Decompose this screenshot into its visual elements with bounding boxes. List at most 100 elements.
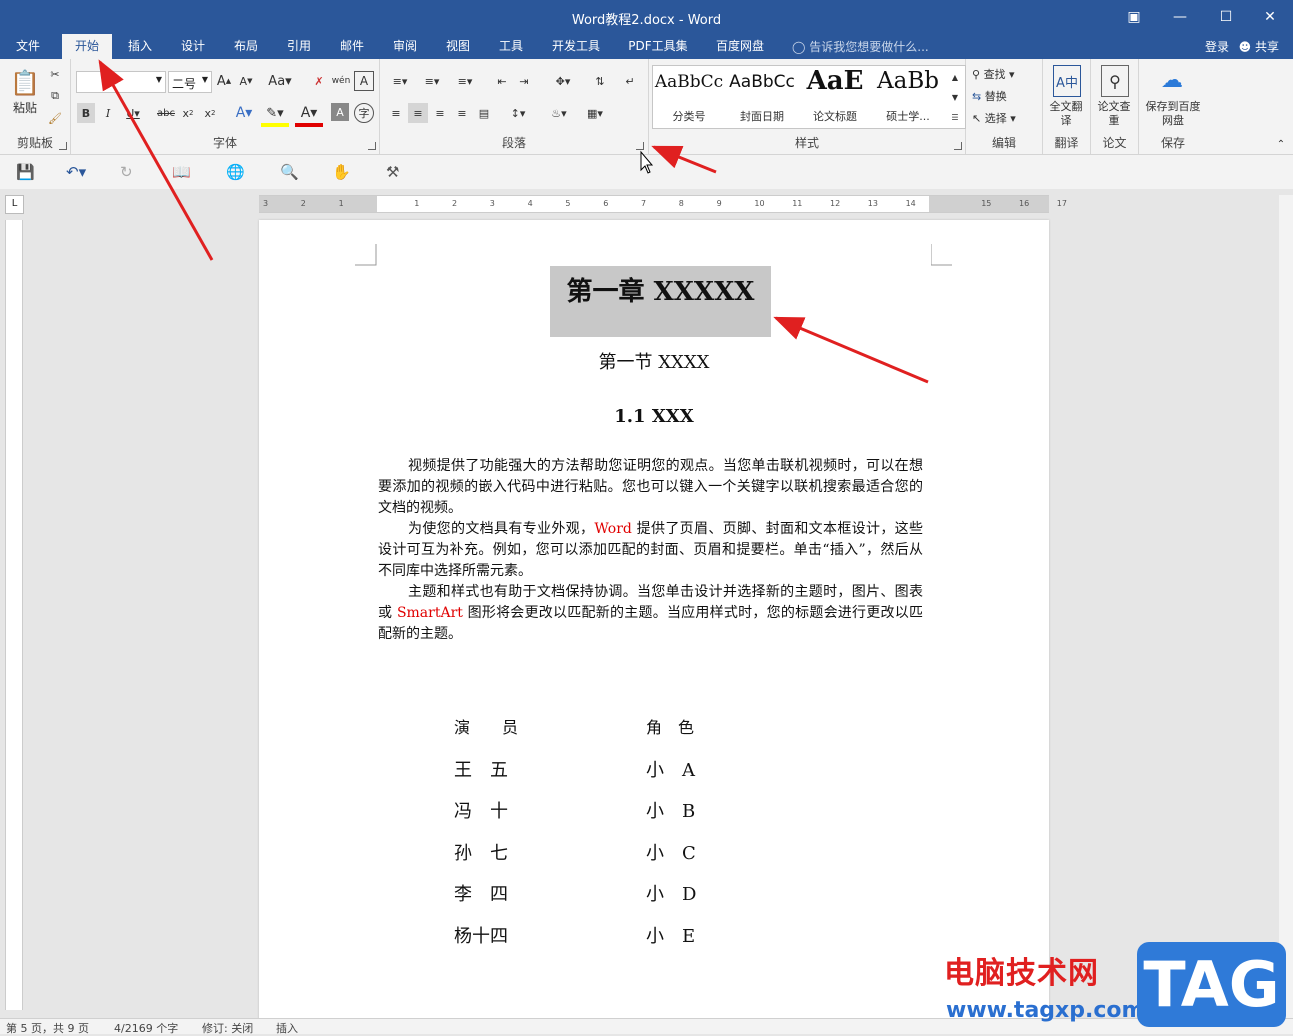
format-painter-icon[interactable]: 🖌 [46,109,64,127]
grow-font-icon[interactable]: A ▲ [215,71,233,91]
tab-file[interactable]: 文件 [6,34,50,59]
decrease-indent-icon[interactable]: ⇤ [492,71,512,91]
horizontal-ruler[interactable]: 3 2 1 1 2 3 4 5 6 7 8 9 10 11 12 13 14 15 16 17 [259,195,1067,213]
tab-insert[interactable]: 插入 [118,34,162,59]
styles-scroll-down-icon[interactable]: ▼ [947,88,963,106]
strikethrough-icon[interactable]: abc [155,103,177,123]
align-center-icon[interactable]: ≡ [408,103,428,123]
pinyin-icon[interactable]: wén [331,71,351,91]
reading-mode-icon[interactable]: 📖 [172,163,191,181]
save-to-netdisk-button[interactable]: 保存到百度网盘 [1143,99,1203,129]
styles-launcher-icon[interactable] [954,142,962,150]
superscript-icon[interactable]: x2 [201,103,219,123]
tab-pdf-tools[interactable]: PDF工具集 [622,34,694,59]
translate-icon[interactable]: A中 [1053,65,1081,97]
vertical-scrollbar[interactable] [1279,195,1293,1018]
shading-icon[interactable]: ♨▾ [544,103,574,123]
undo-icon[interactable]: ↶▾ [66,163,86,181]
select-button[interactable]: ↖ 选择 ▾ [972,109,1038,127]
distribute-icon[interactable]: ▤ [474,103,494,123]
cast-header-role[interactable]: 角 色 [646,714,694,744]
cast-actor[interactable]: 冯 十 [454,797,508,827]
copy-icon[interactable]: ⧉ [46,87,64,105]
cast-role[interactable]: 小 A [646,756,695,786]
style-item[interactable]: AaBbCc 封面日期 [726,66,798,126]
change-case-icon[interactable]: Aa▾ [267,71,293,91]
tab-baidu-netdisk[interactable]: 百度网盘 [708,34,772,59]
document-page[interactable]: 第一章 XXXXX 第一节 XXXX 1.1 XXX 视频提供了功能强大的方法帮… [259,220,1049,1020]
cast-role[interactable]: 小 E [646,922,695,952]
maximize-button[interactable]: ☐ [1203,0,1249,34]
char-border-icon[interactable]: A [354,71,374,91]
tab-references[interactable]: 引用 [277,34,321,59]
customize-icon[interactable]: ⚒ [386,163,399,181]
cast-actor[interactable]: 王 五 [454,756,508,786]
shrink-font-icon[interactable]: A ▼ [237,71,255,91]
minimize-button[interactable]: — [1157,0,1203,34]
paragraph-launcher-icon[interactable] [636,142,644,150]
font-size-select[interactable]: 二号 ▼ [168,71,212,93]
borders-icon[interactable]: ▦▾ [580,103,610,123]
paste-label[interactable]: 粘贴 [8,99,42,115]
subscript-icon[interactable]: x2 [179,103,197,123]
italic-icon[interactable]: I [99,103,117,123]
tab-developer[interactable]: 开发工具 [544,34,608,59]
font-launcher-icon[interactable] [368,142,376,150]
tab-selector[interactable]: L [5,195,24,214]
word-count[interactable]: 4/2169 个字 [114,1020,178,1036]
clipboard-launcher-icon[interactable] [59,142,67,150]
replace-button[interactable]: ⇆ 替换 [972,87,1038,105]
style-item[interactable]: AaBb 硕士学... [872,66,944,126]
styles-more-icon[interactable]: ☰ [947,108,963,126]
cast-role[interactable]: 小 C [646,839,696,869]
vertical-ruler[interactable] [5,220,23,1010]
style-item[interactable]: AaBbCc 分类号 [653,66,725,126]
redo-icon[interactable]: ↻ [120,163,133,181]
cut-icon[interactable]: ✂ [46,65,64,83]
text-effects-icon[interactable]: A▾ [231,103,257,123]
multilevel-list-icon[interactable]: ≡▾ [450,71,480,91]
line-spacing-icon[interactable]: ↕▾ [504,103,532,123]
show-marks-icon[interactable]: ↵ [620,71,640,91]
tab-tools[interactable]: 工具 [489,34,533,59]
cast-role[interactable]: 小 D [646,880,696,910]
baidu-cloud-icon[interactable]: ☁ [1157,65,1187,95]
tab-layout[interactable]: 布局 [224,34,268,59]
sort-icon[interactable]: ⇅ [590,71,610,91]
clear-format-icon[interactable]: ✗ [309,71,329,91]
ribbon-display-icon[interactable]: ▣ [1111,0,1157,34]
paper-check-icon[interactable]: ⚲ [1101,65,1129,97]
tab-home[interactable]: 开始 [62,34,112,60]
paragraph-1[interactable]: 视频提供了功能强大的方法帮助您证明您的观点。当您单击联机视频时，可以在想要添加的… [378,456,923,519]
styles-scroll-up-icon[interactable]: ▲ [947,68,963,86]
align-right-icon[interactable]: ≡ [430,103,450,123]
font-name-select[interactable]: ▼ [76,71,166,93]
justify-icon[interactable]: ≡ [452,103,472,123]
increase-indent-icon[interactable]: ⇥ [514,71,534,91]
track-changes[interactable]: 修订: 关闭 [202,1020,253,1036]
numbering-icon[interactable]: ≡▾ [418,71,446,91]
paragraph-2[interactable]: 为使您的文档具有专业外观，Word 提供了页眉、页脚、封面和文本框设计，这些设计… [378,519,923,582]
bold-icon[interactable]: B [77,103,95,123]
find-button[interactable]: ⚲ 查找 ▾ [972,65,1038,83]
bullets-icon[interactable]: ≡▾ [386,71,414,91]
tell-me-search[interactable]: ◯ 告诉我您想要做什么... [792,38,929,55]
cast-actor[interactable]: 李 四 [454,880,508,910]
align-left-icon[interactable]: ≡ [386,103,406,123]
cast-header-actor[interactable]: 演 员 [454,714,518,744]
char-shading-icon[interactable]: A [331,103,349,121]
login-link[interactable]: 登录 [1205,38,1229,55]
tab-mailings[interactable]: 邮件 [330,34,374,59]
cast-actor[interactable]: 孙 七 [454,839,508,869]
tab-view[interactable]: 视图 [436,34,480,59]
tab-review[interactable]: 审阅 [383,34,427,59]
page-count[interactable]: 第 5 页，共 9 页 [6,1020,89,1036]
touch-mode-icon[interactable]: ✋ [332,163,351,181]
heading-1-selected[interactable]: 第一章 XXXXX [550,266,771,337]
web-layout-icon[interactable]: 🌐 [226,163,245,181]
save-icon[interactable]: 💾 [16,163,35,181]
style-item[interactable]: AaE 论文标题 [799,66,871,126]
heading-2[interactable]: 第一节 XXXX [259,348,1049,374]
enclose-char-icon[interactable]: 字 [354,103,374,123]
insert-mode[interactable]: 插入 [276,1020,298,1036]
